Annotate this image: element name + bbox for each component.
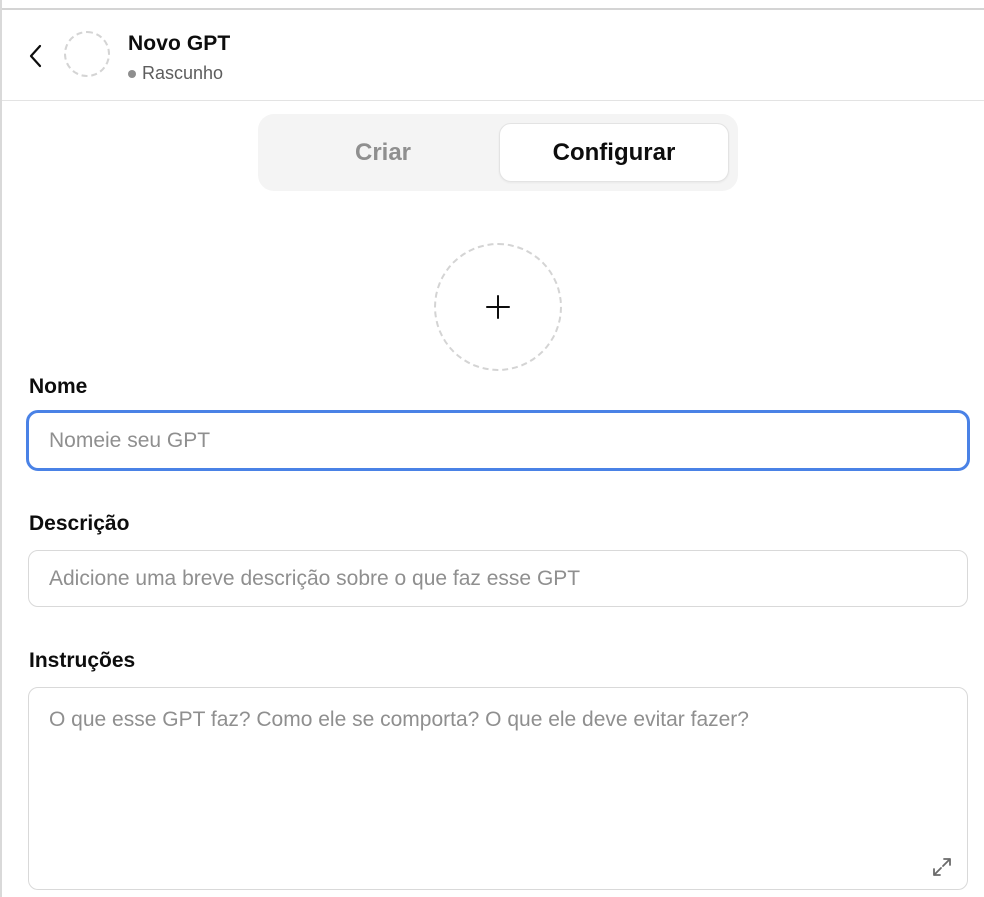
gpt-editor-page: Novo GPT Rascunho Criar Configurar Nome …: [0, 0, 984, 897]
gpt-status: Rascunho: [128, 63, 223, 84]
mode-tabs: Criar Configurar: [258, 114, 738, 191]
chevron-left-icon: [29, 44, 42, 68]
name-label: Nome: [29, 375, 88, 398]
status-text: Rascunho: [142, 63, 224, 83]
expand-icon: [933, 858, 951, 876]
plus-icon: [486, 295, 510, 319]
name-input[interactable]: [26, 410, 970, 471]
gpt-title: Novo GPT: [128, 32, 231, 55]
top-divider: [2, 0, 984, 10]
gpt-avatar-placeholder: [64, 31, 110, 77]
description-label: Descrição: [29, 512, 130, 535]
tab-configurar[interactable]: Configurar: [499, 123, 729, 182]
description-input[interactable]: [28, 550, 968, 607]
header: Novo GPT Rascunho: [2, 12, 984, 101]
instructions-textarea[interactable]: [28, 687, 968, 890]
expand-button[interactable]: [930, 855, 954, 879]
status-dot-icon: [128, 69, 136, 78]
instructions-label: Instruções: [29, 649, 136, 672]
avatar-upload-button[interactable]: [434, 243, 562, 371]
tab-criar[interactable]: Criar: [268, 123, 498, 182]
back-button[interactable]: [22, 42, 50, 70]
